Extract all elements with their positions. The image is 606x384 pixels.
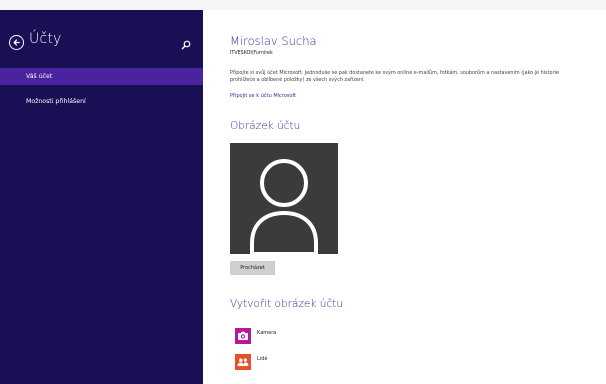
people-tile [235,354,251,370]
people-icon [237,358,249,366]
sidebar-item-sign-in-options[interactable]: Možnosti přihlášení [0,93,203,110]
account-picture-heading: Obrázek účtu [230,120,301,132]
search-button[interactable] [180,36,192,50]
default-user-icon [250,159,318,254]
create-picture-heading: Vytvořit obrázek účtu [230,298,343,310]
search-icon [181,40,191,50]
camera-label: Kamera [257,330,277,336]
camera-icon [238,331,248,340]
camera-tile [235,328,251,344]
sidebar-item-label: Možnosti přihlášení [26,98,86,105]
account-subtitle: ITVESKOI\Furnirek [230,51,273,56]
sidebar: Účty Váš účet Možnosti přihlášení [0,10,203,384]
sidebar-header: Účty [9,31,195,52]
account-picture [230,143,338,254]
account-description: Připojte si svůj účet Microsoft. Jednodu… [230,70,559,83]
back-arrow-icon [12,38,20,46]
sidebar-item-label: Váš účet [26,73,53,80]
back-button[interactable] [9,35,24,50]
top-strip [0,0,606,10]
sidebar-title: Účty [29,31,62,47]
people-label: Lidé [257,356,268,362]
browse-button[interactable]: Procházet [230,261,275,275]
create-item-camera[interactable]: Kamera [235,328,355,344]
account-name: Miroslav Sucha [230,34,317,48]
connect-microsoft-account-link[interactable]: Připojit se k účtu Microsoft [230,93,296,99]
sidebar-item-your-account[interactable]: Váš účet [0,68,203,85]
create-item-people[interactable]: Lidé [235,354,355,370]
